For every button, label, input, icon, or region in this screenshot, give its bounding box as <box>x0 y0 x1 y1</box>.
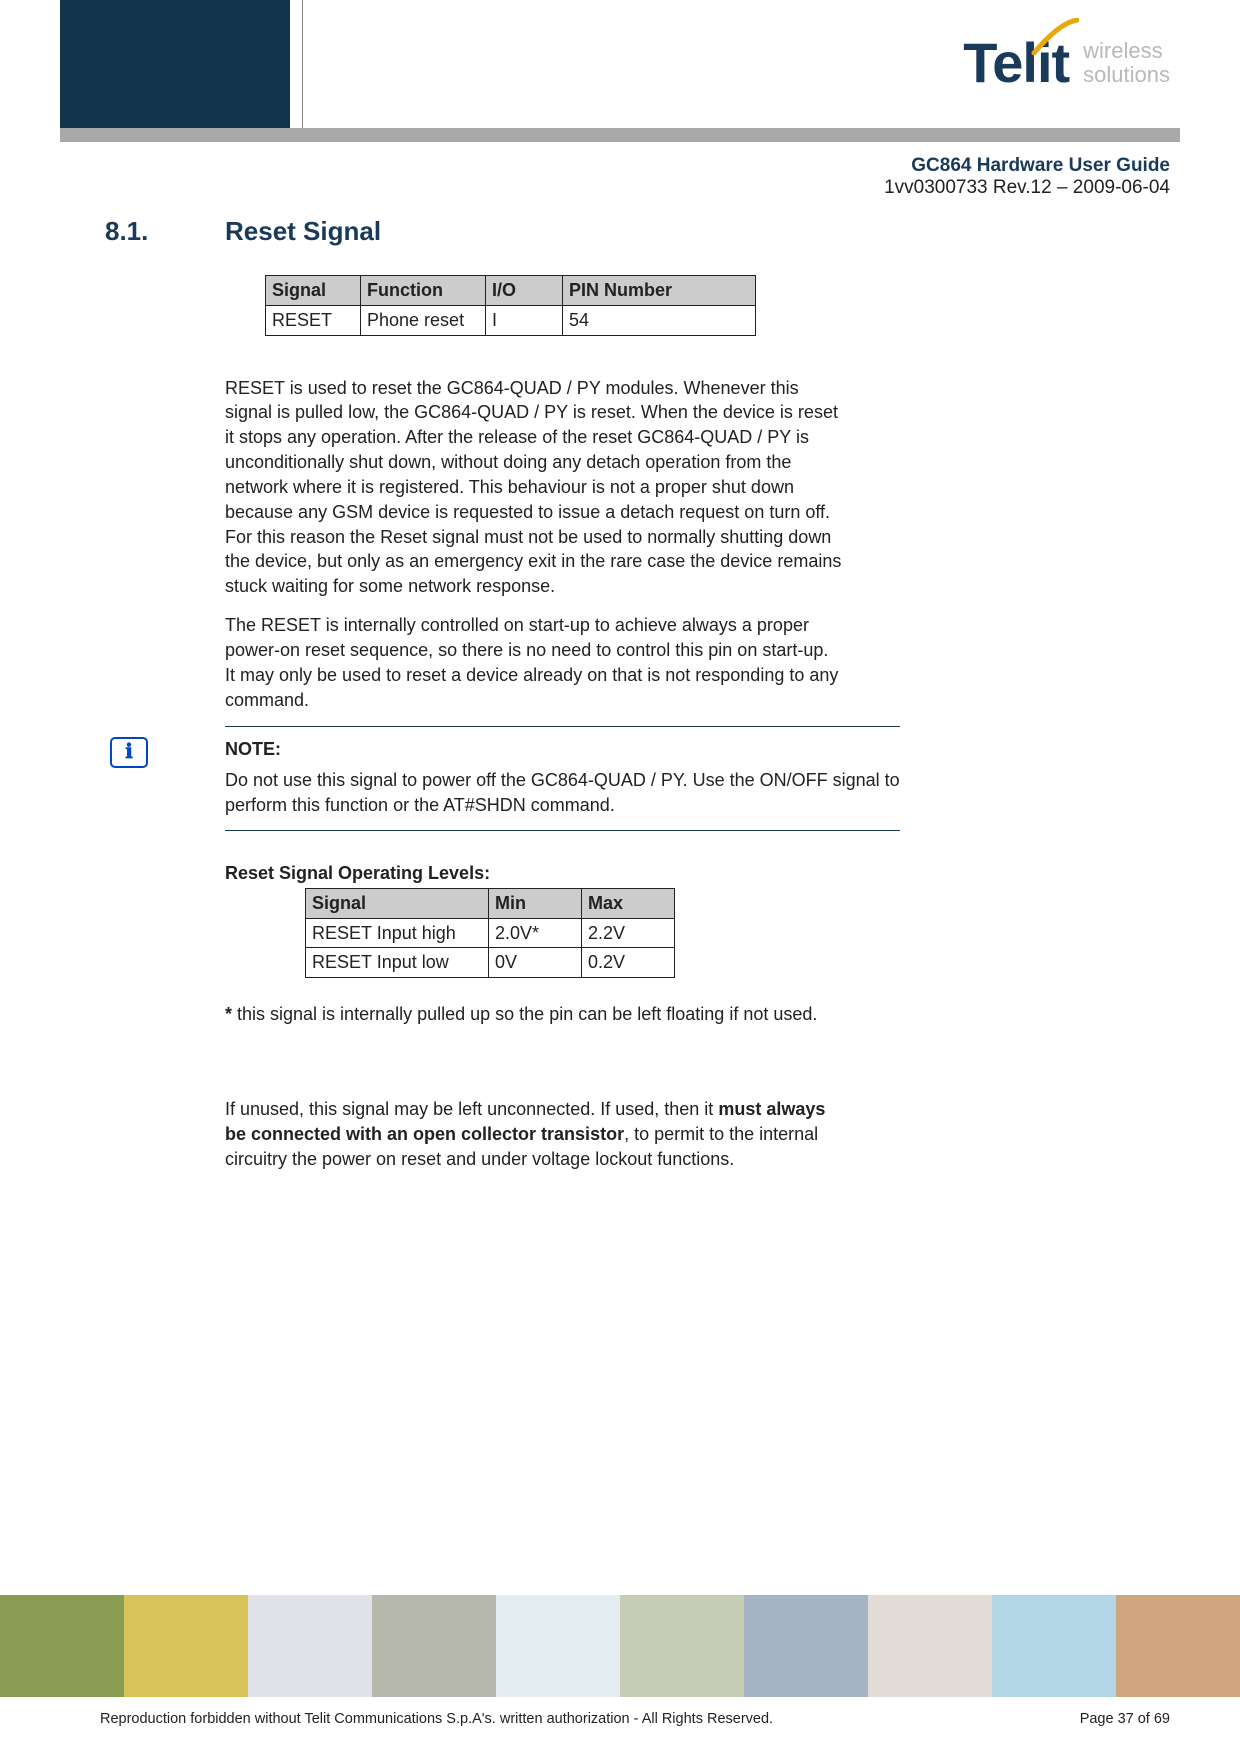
header-separator <box>302 0 303 140</box>
table-row: RESET Input low 0V 0.2V <box>306 948 675 978</box>
table-row: RESET Phone reset I 54 <box>266 305 756 335</box>
brand-name: Telit <box>963 30 1069 95</box>
strip-seg <box>248 1595 372 1697</box>
brand-logo: Telit wireless solutions <box>963 30 1170 95</box>
spacer <box>225 1041 843 1097</box>
th-min: Min <box>489 888 582 918</box>
document-meta: GC864 Hardware User Guide 1vv0300733 Rev… <box>884 155 1170 199</box>
strip-seg <box>0 1595 124 1697</box>
td-min: 0V <box>489 948 582 978</box>
info-icon: ℹ <box>110 737 148 768</box>
levels-table: Signal Min Max RESET Input high 2.0V* 2.… <box>305 888 675 978</box>
footnote: * this signal is internally pulled up so… <box>225 1002 843 1027</box>
table-header-row: Signal Min Max <box>306 888 675 918</box>
strip-seg <box>1116 1595 1240 1697</box>
footnote-marker: * <box>225 1004 232 1024</box>
td-function: Phone reset <box>361 305 486 335</box>
th-signal: Signal <box>266 276 361 306</box>
footer-page-number: Page 37 of 69 <box>1080 1711 1170 1727</box>
section-title: Reset Signal <box>225 216 381 247</box>
td-signal: RESET <box>266 305 361 335</box>
paragraph-reset-desc: RESET is used to reset the GC864-QUAD / … <box>225 376 843 599</box>
document-page: Telit wireless solutions GC864 Hardware … <box>0 0 1240 1755</box>
td-signal: RESET Input low <box>306 948 489 978</box>
header-dark-block <box>60 0 290 140</box>
strip-seg <box>372 1595 496 1697</box>
strip-seg <box>496 1595 620 1697</box>
th-function: Function <box>361 276 486 306</box>
p3-pre: If unused, this signal may be left uncon… <box>225 1099 718 1119</box>
signal-table: Signal Function I/O PIN Number RESET Pho… <box>265 275 756 336</box>
footnote-text: this signal is internally pulled up so t… <box>232 1004 817 1024</box>
td-signal: RESET Input high <box>306 918 489 948</box>
page-header: Telit wireless solutions <box>0 0 1240 140</box>
td-max: 0.2V <box>582 948 675 978</box>
levels-heading: Reset Signal Operating Levels: <box>225 861 843 886</box>
note-block: ℹ NOTE: Do not use this signal to power … <box>225 726 900 830</box>
brand-tagline-line2: solutions <box>1083 63 1170 86</box>
td-max: 2.2V <box>582 918 675 948</box>
table-row: RESET Input high 2.0V* 2.2V <box>306 918 675 948</box>
th-signal: Signal <box>306 888 489 918</box>
document-title: GC864 Hardware User Guide <box>884 155 1170 177</box>
header-gray-bar <box>60 128 1180 142</box>
brand-swoosh-icon <box>1029 18 1079 58</box>
strip-seg <box>744 1595 868 1697</box>
td-io: I <box>486 305 563 335</box>
strip-seg <box>620 1595 744 1697</box>
strip-seg <box>868 1595 992 1697</box>
strip-seg <box>992 1595 1116 1697</box>
th-max: Max <box>582 888 675 918</box>
footer-image-strip <box>0 1595 1240 1697</box>
td-pin: 54 <box>563 305 756 335</box>
document-revision: 1vv0300733 Rev.12 – 2009-06-04 <box>884 177 1170 199</box>
td-min: 2.0V* <box>489 918 582 948</box>
paragraph-unused: If unused, this signal may be left uncon… <box>225 1097 843 1171</box>
table-header-row: Signal Function I/O PIN Number <box>266 276 756 306</box>
note-body: Do not use this signal to power off the … <box>225 768 900 818</box>
footer-text: Reproduction forbidden without Telit Com… <box>100 1711 1170 1727</box>
main-content: Signal Function I/O PIN Number RESET Pho… <box>225 275 843 1186</box>
brand-tagline-line1: wireless <box>1083 39 1170 62</box>
th-io: I/O <box>486 276 563 306</box>
note-label: NOTE: <box>225 737 900 762</box>
th-pin: PIN Number <box>563 276 756 306</box>
paragraph-reset-startup: The RESET is internally controlled on st… <box>225 613 843 712</box>
section-number: 8.1. <box>105 216 148 247</box>
footer-copyright: Reproduction forbidden without Telit Com… <box>100 1711 773 1727</box>
brand-tagline: wireless solutions <box>1083 39 1170 85</box>
strip-seg <box>124 1595 248 1697</box>
